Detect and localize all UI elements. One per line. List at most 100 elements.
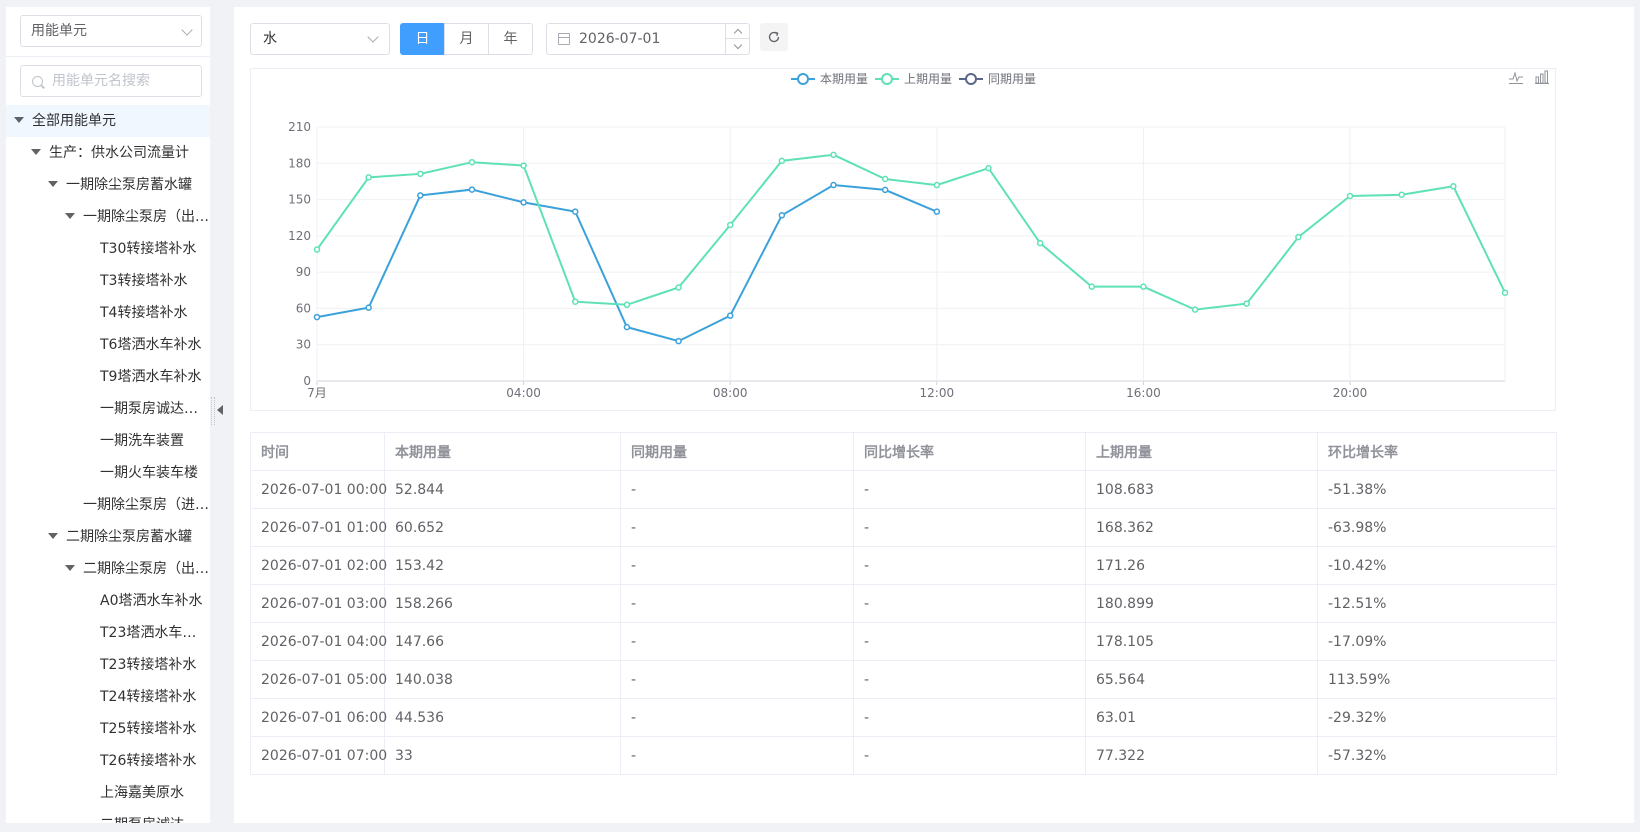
- unit-tree: 全部用能单元生产：供水公司流量计一期除尘泵房蓄水罐一期除尘泵房（出口流量） T30…: [6, 105, 210, 823]
- bar-chart-icon[interactable]: [1534, 69, 1550, 85]
- data-point: [726, 312, 734, 319]
- table-cell: 2026-07-01 03:00: [250, 584, 387, 623]
- table-cell: 2026-07-01 05:00: [250, 660, 387, 699]
- column-header: 同比增长率: [853, 432, 1086, 471]
- table-cell: 65.564: [1085, 660, 1318, 699]
- tree-node[interactable]: T23塔洒水车补水: [6, 617, 210, 649]
- series-line-1: [316, 153, 1506, 311]
- data-point: [933, 208, 941, 215]
- data-point: [1243, 300, 1250, 307]
- date-increment-button[interactable]: [726, 24, 749, 39]
- table-cell: -: [620, 584, 854, 623]
- data-point: [1295, 233, 1302, 241]
- series-line-0: [316, 184, 938, 343]
- table-cell: -: [853, 736, 1086, 775]
- unit-type-select[interactable]: 用能单元: [20, 15, 202, 47]
- tree-node[interactable]: 一期除尘泵房蓄水罐: [6, 169, 210, 201]
- tree-node[interactable]: 一期除尘泵房（出口流量）: [6, 201, 210, 233]
- period-month-button[interactable]: 月: [444, 23, 489, 55]
- table-cell: -: [620, 470, 854, 509]
- tree-node[interactable]: T3转接塔补水: [6, 265, 210, 297]
- column-header: 时间: [250, 432, 385, 471]
- tree-node[interactable]: 一期泵房诚达水表: [6, 393, 210, 425]
- table-cell: -57.32%: [1317, 736, 1557, 775]
- tree-node[interactable]: 一期火车装车楼: [6, 457, 210, 489]
- tree-node[interactable]: 二期除尘泵房蓄水罐: [6, 521, 210, 553]
- legend-marker: [965, 73, 977, 85]
- table-cell: -: [620, 698, 854, 737]
- tree-node[interactable]: T23转接塔补水: [6, 649, 210, 681]
- tree-node[interactable]: T4转接塔补水: [6, 297, 210, 329]
- data-point: [313, 313, 321, 321]
- caret-down-icon[interactable]: [65, 565, 75, 571]
- table-cell: 140.038: [384, 660, 621, 699]
- y-tick-label: 60: [296, 301, 311, 315]
- unit-type-select-value: 用能单元: [31, 23, 87, 39]
- main-panel: 水 日 月 年 2026-07-01 0 30 60 90 120 150 180 210 7月…: [234, 7, 1634, 823]
- caret-down-icon[interactable]: [48, 533, 58, 539]
- tree-node[interactable]: 二期泵房诚达水表: [6, 809, 210, 823]
- tree-node[interactable]: A0塔洒水车补水: [6, 585, 210, 617]
- tree-node[interactable]: T30转接塔补水: [6, 233, 210, 265]
- tree-node-label: 二期除尘泵房蓄水罐: [66, 529, 192, 545]
- table-cell: -: [853, 584, 1086, 623]
- energy-type-value: 水: [263, 31, 277, 47]
- tree-node-label: 一期火车装车楼: [100, 465, 198, 481]
- data-point: [830, 151, 837, 159]
- column-header: 上期用量: [1085, 432, 1318, 471]
- table-cell: -: [620, 622, 854, 661]
- tree-node[interactable]: T24转接塔补水: [6, 681, 210, 713]
- tree-node-label: 生产：供水公司流量计: [49, 145, 189, 161]
- period-day-button[interactable]: 日: [400, 23, 445, 55]
- tree-node[interactable]: 生产：供水公司流量计: [6, 137, 210, 169]
- legend-label: 本期用量: [820, 72, 868, 86]
- tree-node[interactable]: 二期除尘泵房（出口流量）: [6, 553, 210, 585]
- period-year-button[interactable]: 年: [488, 23, 533, 55]
- data-point: [1036, 239, 1044, 247]
- tree-node-label: 一期除尘泵房蓄水罐: [66, 177, 192, 193]
- tree-node-label: T23转接塔补水: [100, 657, 197, 673]
- tree-node[interactable]: 上海嘉美原水: [6, 777, 210, 809]
- tree-node[interactable]: 一期洗车装置: [6, 425, 210, 457]
- table-cell: -: [853, 698, 1086, 737]
- caret-down-icon[interactable]: [48, 181, 58, 187]
- data-point: [726, 221, 734, 229]
- tree-node-label: T3转接塔补水: [100, 273, 188, 289]
- panel-collapse-handle[interactable]: [210, 397, 224, 425]
- tree-node-label: 一期除尘泵房（出口流量）: [83, 209, 210, 225]
- table-cell: 158.266: [384, 584, 621, 623]
- energy-type-select[interactable]: 水: [250, 23, 390, 55]
- table-row: 2026-07-01 05:00 140.038- -65.564 113.59%: [250, 660, 1557, 699]
- tree-node[interactable]: T9塔洒水车补水: [6, 361, 210, 393]
- tree-node[interactable]: 一期除尘泵房（进口流量）: [6, 489, 210, 521]
- tree-node[interactable]: T6塔洒水车补水: [6, 329, 210, 361]
- table-cell: 108.683: [1085, 470, 1318, 509]
- tree-node[interactable]: T26转接塔补水: [6, 745, 210, 777]
- tree-node[interactable]: 全部用能单元: [6, 105, 210, 137]
- caret-down-icon[interactable]: [65, 213, 75, 219]
- unit-search-input[interactable]: 用能单元名搜索: [20, 65, 202, 97]
- table-cell: 171.26: [1085, 546, 1318, 585]
- x-tick-label: 08:00: [713, 386, 748, 400]
- table-cell: -: [853, 660, 1086, 699]
- table-row: 2026-07-01 01:00 60.652- -168.362 -63.98%: [250, 508, 1557, 547]
- table-cell: 2026-07-01 06:00: [250, 698, 387, 737]
- line-chart-icon[interactable]: [1508, 69, 1524, 85]
- caret-down-icon[interactable]: [14, 117, 24, 123]
- date-picker[interactable]: 2026-07-01: [546, 23, 750, 55]
- collapse-left-icon: [217, 405, 223, 415]
- column-header: 同期用量: [620, 432, 854, 471]
- data-point: [1140, 283, 1147, 290]
- table-cell: -51.38%: [1317, 470, 1557, 509]
- tree-node-label: T26转接塔补水: [100, 753, 197, 769]
- tree-node-label: T30转接塔补水: [100, 241, 197, 257]
- legend-marker: [797, 73, 809, 85]
- unit-tree-panel: 用能单元 用能单元名搜索 全部用能单元生产：供水公司流量计一期除尘泵房蓄水罐一期…: [6, 7, 210, 823]
- caret-down-icon[interactable]: [31, 149, 41, 155]
- date-decrement-button[interactable]: [726, 39, 749, 54]
- refresh-icon: [768, 31, 780, 43]
- table-cell: 33: [384, 736, 621, 775]
- refresh-button[interactable]: [760, 23, 788, 51]
- table-cell: -17.09%: [1317, 622, 1557, 661]
- tree-node[interactable]: T25转接塔补水: [6, 713, 210, 745]
